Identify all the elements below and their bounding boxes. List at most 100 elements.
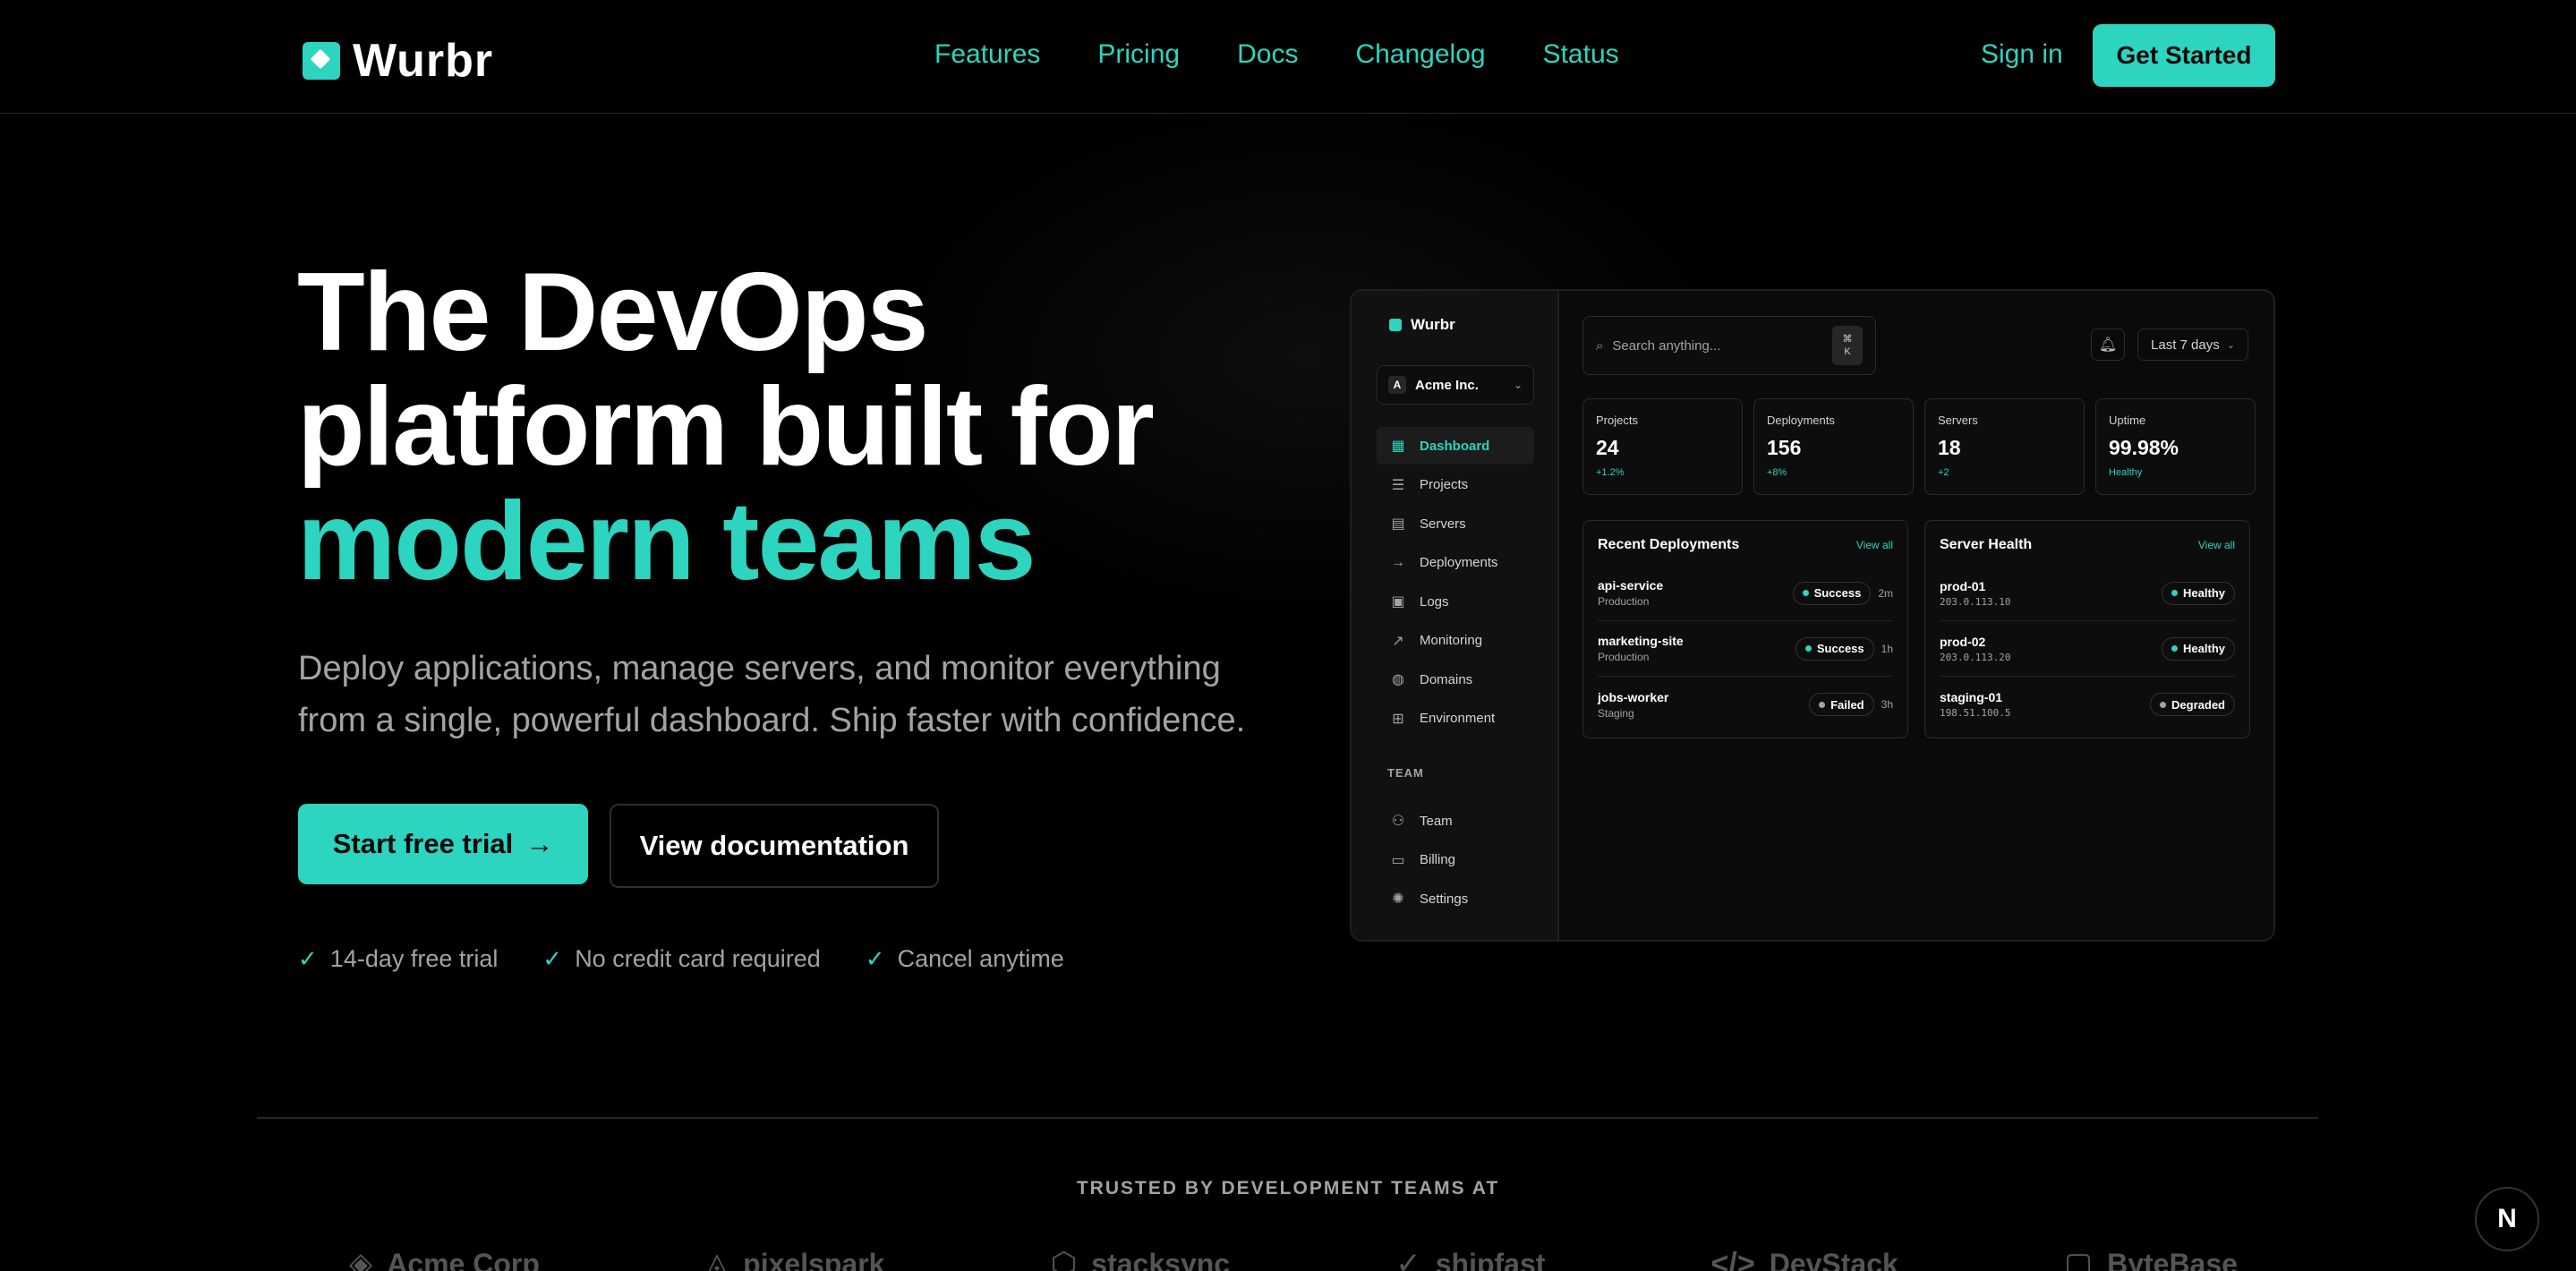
hero-title-line-1: The DevOps (297, 251, 929, 374)
status-dot-icon (2171, 590, 2179, 596)
nav-links: Features Pricing Docs Changelog Status (934, 39, 1619, 70)
table-row[interactable]: prod-01 203.0.113.10 Healthy (1940, 566, 2235, 621)
nav-link-features[interactable]: Features (934, 39, 1040, 70)
server-name: prod-01 (1940, 578, 1986, 593)
sidebar-item-dashboard[interactable]: ▦ Dashboard (1377, 427, 1534, 465)
stat-delta: +1.2% (1596, 467, 1625, 478)
team-section-label: TEAM (1387, 766, 1424, 780)
row-status: Healthy (2162, 636, 2235, 661)
search-icon: ⌕ (1596, 337, 1604, 354)
table-row[interactable]: prod-02 203.0.113.20 Healthy (1940, 621, 2235, 677)
checkmark-icon: ✓ (865, 945, 885, 972)
table-row[interactable]: staging-01 198.51.100.5 Degraded (1940, 677, 2235, 732)
sidebar-item-label: Team (1420, 813, 1453, 829)
sidebar-item-logs[interactable]: ▣ Logs (1377, 583, 1534, 620)
hero-title-accent: modern teams (297, 480, 1036, 603)
status-dot-icon (1819, 701, 1826, 708)
sidebar-item-label: Monitoring (1420, 633, 1483, 648)
sidebar-item-billing[interactable]: ▭ Billing (1377, 841, 1534, 879)
server-health-list: prod-01 203.0.113.10 Healthy prod-02 203.0.1… (1940, 566, 2235, 732)
deployment-age: 3h (1881, 698, 1893, 711)
status-dot-icon (2160, 701, 2167, 708)
sidebar-item-projects[interactable]: ☰ Projects (1377, 466, 1534, 504)
stat-label: Servers (1938, 414, 1978, 427)
bell-icon: 🔔︎ (2098, 337, 2118, 353)
sidebar-item-label: Domains (1420, 671, 1473, 687)
sidebar-item-monitoring[interactable]: ↗ Monitoring (1377, 622, 1534, 660)
deployments-list: api-service Production Success 2m marketing-… (1598, 566, 1893, 732)
table-row[interactable]: marketing-site Production Success 1h (1598, 621, 1893, 677)
get-started-button[interactable]: Get Started (2093, 24, 2275, 87)
date-range-select[interactable]: Last 7 days ⌄ (2137, 328, 2248, 361)
search-input[interactable]: ⌕ Search anything... ⌘ K (1582, 316, 1876, 375)
sidebar-item-environment[interactable]: ⊞ Environment (1377, 700, 1534, 738)
sidebar-item-team[interactable]: ⚇ Team (1377, 802, 1534, 840)
triangle-circle-icon: ◬ (705, 1247, 729, 1271)
users-icon: ⚇ (1391, 814, 1405, 829)
checkmark-icon: ✓ (542, 945, 563, 972)
customer-name: ByteBase (2107, 1247, 2238, 1271)
customer-name: pixelspark (743, 1247, 885, 1271)
stat-card-uptime: Uptime 99.98% Healthy (2095, 398, 2256, 495)
table-row[interactable]: jobs-worker Staging Failed 3h (1598, 677, 1893, 732)
sidebar-item-deployments[interactable]: → Deployments (1377, 544, 1534, 582)
check-item: ✓ 14-day free trial (298, 945, 498, 973)
list-icon: ☰ (1391, 477, 1405, 493)
brand-logo[interactable]: Wurbr (303, 34, 493, 88)
next-badge-button[interactable]: N (2475, 1187, 2539, 1251)
notifications-button[interactable]: 🔔︎ (2091, 328, 2125, 361)
customer-logo: ✓ shipfast (1395, 1246, 1545, 1271)
sidebar-item-servers[interactable]: ▤ Servers (1377, 505, 1534, 542)
nav-link-pricing[interactable]: Pricing (1097, 39, 1180, 70)
status-badge: Healthy (2162, 581, 2235, 605)
deployment-env: Production (1598, 595, 1650, 608)
search-placeholder: Search anything... (1612, 337, 1721, 354)
org-switcher[interactable]: A Acme Inc. ⌄ (1377, 365, 1534, 405)
stat-card-servers: Servers 18 +2 (1924, 398, 2085, 495)
view-documentation-button[interactable]: View documentation (610, 804, 939, 888)
status-badge: Degraded (2150, 693, 2235, 716)
stat-card-projects: Projects 24 +1.2% (1582, 398, 1743, 495)
row-status: Success 2m (1792, 581, 1893, 605)
customer-logos: ◈ Acme Corp ◬ pixelspark ⬡ stacksync ✓ shipfast… (349, 1246, 2238, 1271)
dashboard-preview: Wurbr A Acme Inc. ⌄ ▦ Dashboard ☰ Projects ▤… (1350, 289, 2275, 942)
status-text: Healthy (2183, 586, 2225, 600)
sidebar-item-label: Projects (1420, 477, 1469, 492)
table-row[interactable]: api-service Production Success 2m (1598, 566, 1893, 621)
command-key-icon: ⌘ (1842, 334, 1853, 345)
nav-link-docs[interactable]: Docs (1237, 39, 1298, 70)
status-badge: Success (1795, 636, 1874, 661)
row-status: Failed 3h (1809, 693, 1893, 716)
panel-title: Recent Deployments (1598, 537, 1740, 552)
sign-in-link[interactable]: Sign in (1981, 39, 2063, 70)
start-free-trial-button[interactable]: Start free trial → (298, 804, 588, 884)
chevron-down-icon: ⌄ (1513, 379, 1523, 391)
view-all-link[interactable]: View all (1856, 539, 1893, 551)
sidebar-item-domains[interactable]: ◍ Domains (1377, 661, 1534, 698)
sidebar-item-label: Billing (1420, 852, 1456, 867)
deployment-age: 1h (1881, 642, 1893, 655)
stat-value: 18 (1938, 436, 1961, 459)
customer-logo: ◬ pixelspark (705, 1246, 884, 1271)
row-status: Degraded (2150, 693, 2235, 716)
view-all-link[interactable]: View all (2198, 539, 2235, 551)
deployment-name: jobs-worker (1598, 689, 1669, 704)
sidebar-menu: ▦ Dashboard ☰ Projects ▤ Servers → Deployments ▣… (1377, 427, 1534, 738)
status-dot-icon (2171, 645, 2179, 652)
sidebar-item-settings[interactable]: ✺ Settings (1377, 880, 1534, 917)
hexagon-icon: ⬡ (1050, 1247, 1078, 1271)
dashboard-sidebar: Wurbr A Acme Inc. ⌄ ▦ Dashboard ☰ Projects ▤… (1352, 291, 1559, 940)
customer-name: shipfast (1435, 1247, 1546, 1271)
customer-logo: ◈ Acme Corp (349, 1246, 540, 1271)
nav-link-status[interactable]: Status (1543, 39, 1619, 70)
deployment-name: marketing-site (1598, 634, 1684, 648)
log-icon: ▣ (1391, 594, 1405, 610)
status-text: Degraded (2171, 697, 2225, 712)
section-divider (257, 1117, 2318, 1119)
org-avatar: A (1388, 376, 1406, 394)
status-badge: Success (1792, 581, 1872, 605)
globe-icon: ◍ (1392, 672, 1404, 687)
nav-link-changelog[interactable]: Changelog (1355, 39, 1485, 70)
stat-label: Deployments (1767, 414, 1835, 427)
sidebar-item-label: Dashboard (1420, 438, 1490, 454)
